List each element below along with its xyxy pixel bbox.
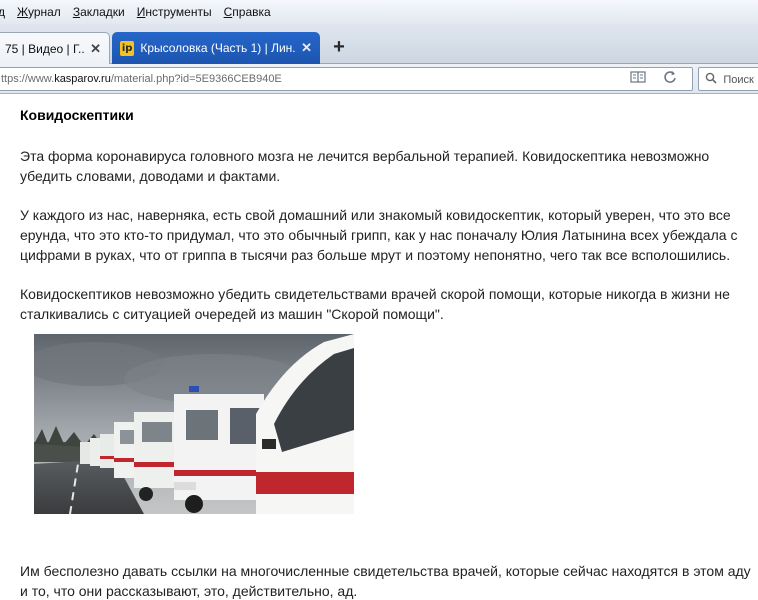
reload-icon[interactable]	[661, 70, 679, 88]
menu-item-view[interactable]: д	[0, 5, 11, 19]
menu-item-tools[interactable]: Инструменты	[131, 5, 218, 19]
menu-item-label: правка	[232, 5, 271, 19]
menu-item-bookmarks[interactable]: Закладки	[67, 5, 131, 19]
menu-item-history[interactable]: Журнал	[11, 5, 67, 19]
article-paragraph: Ковидоскептиков невозможно убедить свиде…	[20, 286, 730, 322]
menu-bar: д Журнал Закладки Инструменты Справка	[0, 0, 758, 24]
tab-video[interactable]: 75 | Видео | Г... ✕	[0, 32, 110, 64]
url-scheme: ttps://www.	[1, 73, 55, 85]
close-icon[interactable]: ✕	[90, 41, 101, 57]
tab-title: 75 | Видео | Г...	[5, 41, 85, 56]
menu-item-label: урнал	[27, 5, 61, 19]
ambulance-queue-photo	[34, 334, 354, 514]
search-placeholder: Поиск	[723, 74, 754, 86]
search-input[interactable]: Поиск	[698, 67, 758, 91]
menu-accel: Ж	[17, 5, 28, 19]
url-path: /material.php?id=5E9366CEB940E	[110, 73, 282, 85]
url-host: kasparov.ru	[54, 73, 111, 85]
article-heading: Ковидоскептики	[20, 107, 134, 123]
article-paragraph: Им бесполезно давать ссылки на многочисл…	[20, 563, 751, 599]
url-field[interactable]: ttps://www.kasparov.ru/material.php?id=5…	[0, 67, 693, 91]
tab-title: Крысоловка (Часть 1) | Лин...	[140, 41, 296, 55]
menu-item-label: нструменты	[145, 5, 212, 19]
site-favicon-icon: ip	[120, 40, 135, 56]
tab-rat-catcher[interactable]: ip Крысоловка (Часть 1) | Лин... ✕	[112, 32, 320, 64]
nav-bar: ttps://www.kasparov.ru/material.php?id=5…	[0, 64, 758, 94]
menu-accel: С	[223, 5, 233, 19]
article-paragraph: Эта форма коронавируса головного мозга н…	[20, 148, 710, 184]
page-content: Ковидоскептики Эта форма коронавируса го…	[0, 95, 758, 600]
menu-accel: З	[72, 5, 81, 19]
search-icon	[705, 72, 720, 86]
close-icon[interactable]: ✕	[301, 40, 312, 56]
tab-strip: 75 | Видео | Г... ✕ ip Крысоловка (Часть…	[0, 24, 758, 64]
reader-view-icon[interactable]	[629, 70, 647, 88]
new-tab-plus-icon[interactable]: +	[328, 36, 350, 58]
article-paragraph: У каждого из нас, наверняка, есть свой д…	[20, 207, 738, 263]
menu-item-help[interactable]: Справка	[218, 5, 277, 19]
menu-item-label: акладки	[80, 5, 125, 19]
